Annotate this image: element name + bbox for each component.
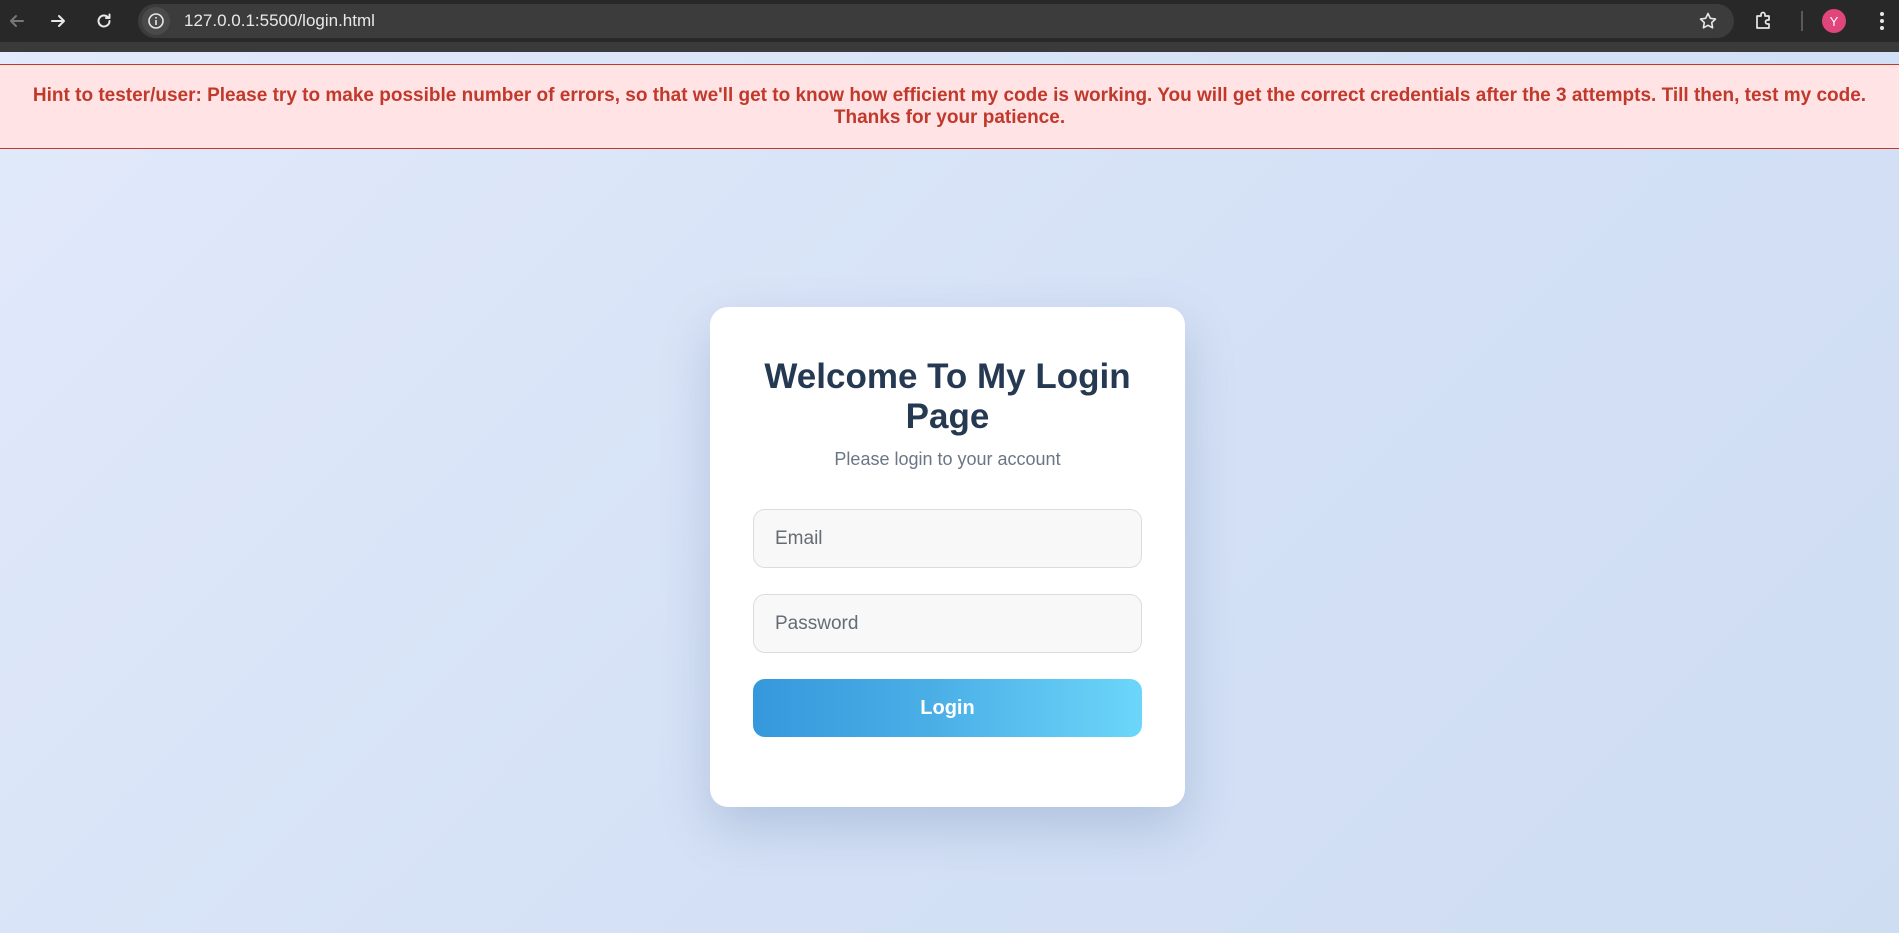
reload-button[interactable] — [87, 4, 121, 38]
hint-text: Hint to tester/user: Please try to make … — [32, 84, 1867, 128]
login-subtitle: Please login to your account — [834, 449, 1061, 469]
puzzle-icon[interactable] — [1752, 9, 1776, 33]
star-icon[interactable] — [1698, 11, 1718, 31]
password-field[interactable] — [753, 594, 1142, 653]
info-icon — [148, 13, 164, 29]
toolbar-shadow-strip — [0, 42, 1899, 52]
profile-avatar[interactable]: Y — [1822, 9, 1846, 33]
login-card: Welcome To My Login Page Please login to… — [710, 307, 1185, 807]
login-button[interactable]: Login — [753, 679, 1142, 737]
forward-button[interactable] — [41, 4, 75, 38]
back-arrow-icon — [10, 15, 24, 27]
address-bar[interactable]: 127.0.0.1:5500/login.html — [138, 4, 1734, 38]
toolbar-divider — [1801, 11, 1803, 31]
email-field[interactable] — [753, 509, 1142, 568]
kebab-menu-icon[interactable] — [1870, 9, 1894, 33]
url-text[interactable]: 127.0.0.1:5500/login.html — [184, 12, 375, 30]
browser-toolbar: 127.0.0.1:5500/login.html Y — [0, 0, 1899, 52]
page-title: Welcome To My Login Page — [764, 357, 1131, 436]
hint-banner: Hint to tester/user: Please try to make … — [0, 64, 1899, 149]
reload-icon — [97, 13, 111, 28]
forward-arrow-icon — [51, 15, 65, 27]
back-button[interactable] — [0, 4, 34, 38]
site-info-button[interactable] — [142, 7, 170, 35]
